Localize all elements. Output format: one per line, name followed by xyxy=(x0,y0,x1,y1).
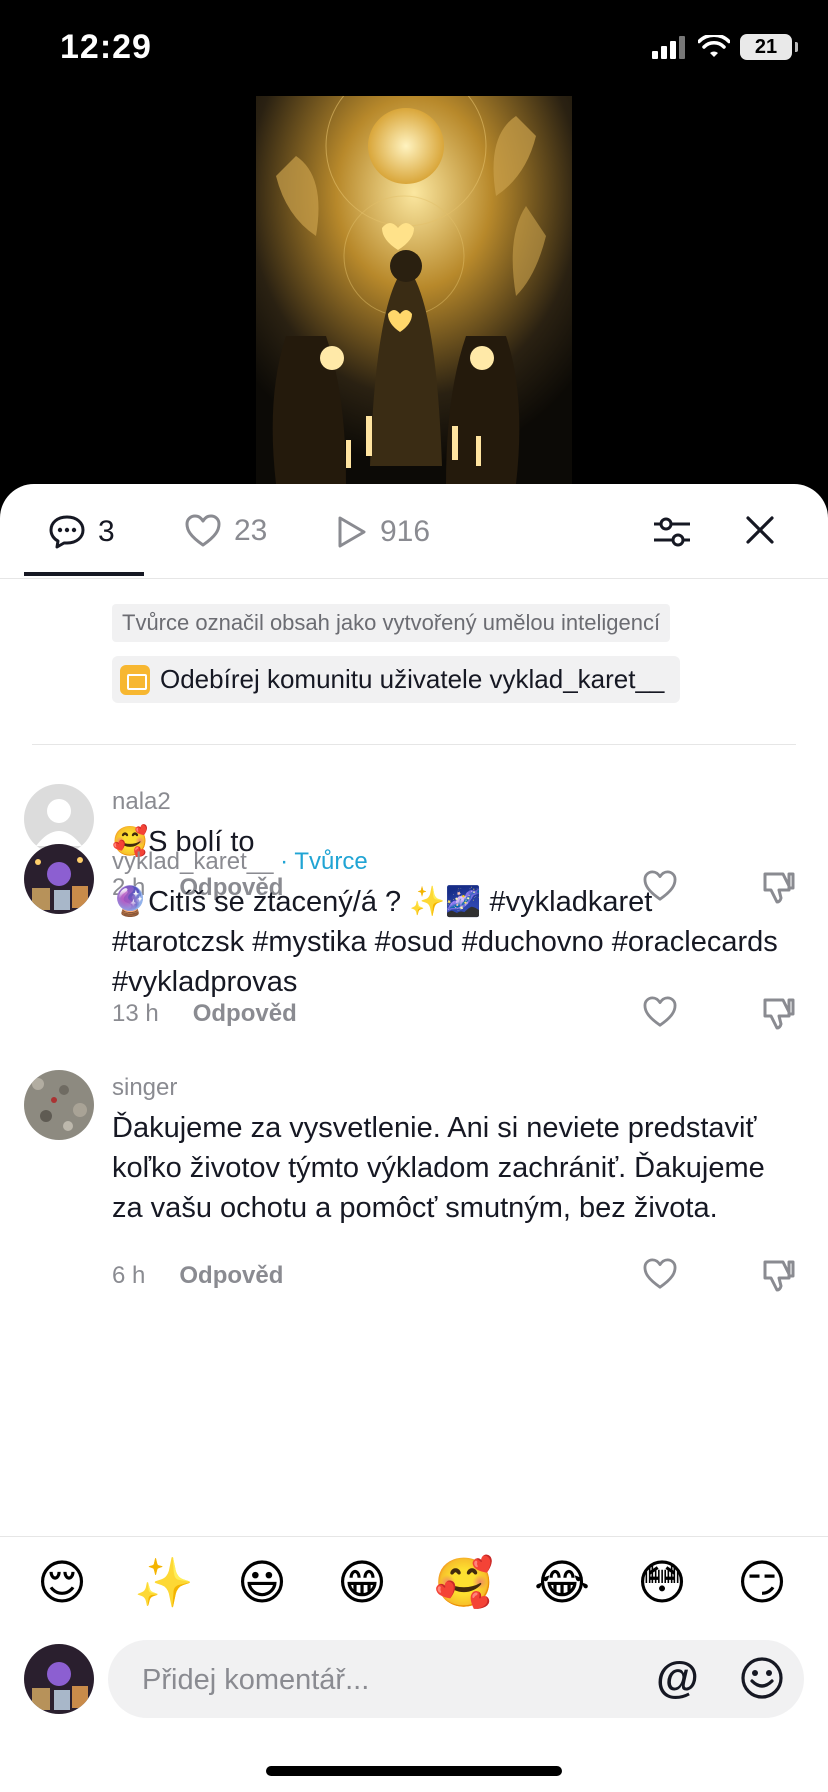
tabs-divider xyxy=(0,578,828,579)
comment-username[interactable]: singer xyxy=(112,1074,177,1102)
comment-time: 6 h xyxy=(112,1262,146,1289)
community-subscribe-link[interactable]: Odebírej komunitu uživatele vyklad_karet… xyxy=(112,656,681,703)
username-text: vyklad_karet__ xyxy=(112,848,274,875)
smiley-icon xyxy=(741,1657,783,1699)
ai-generated-label: Tvůrce označil obsah jako vytvořený uměl… xyxy=(112,604,671,642)
comment-time: 13 h xyxy=(112,1000,159,1027)
thumbs-down-icon xyxy=(763,998,795,1030)
heart-icon xyxy=(185,514,221,547)
input-divider xyxy=(0,1536,828,1537)
close-button[interactable] xyxy=(744,514,776,551)
community-label: Odebírej komunitu uživatele vyklad_karet… xyxy=(160,664,665,694)
views-count: 916 xyxy=(380,515,431,548)
like-button[interactable] xyxy=(642,1258,678,1295)
community-icon xyxy=(120,664,150,695)
comment-input-box[interactable]: @ xyxy=(108,1640,804,1718)
status-time: 12:29 xyxy=(60,28,152,66)
comment-username[interactable]: nala2 xyxy=(112,788,171,816)
comment-text: Ďakujeme za vysvetlenie. Ani si neviete … xyxy=(112,1108,788,1228)
emoji-button[interactable]: 😳 xyxy=(634,1556,690,1612)
dislike-button[interactable] xyxy=(762,1258,796,1297)
username-text: nala2 xyxy=(112,788,171,815)
close-icon xyxy=(746,516,774,544)
comment-body: Citíš se ztacený/á ? ✨🌌 #vykladkaret #ta… xyxy=(112,886,778,998)
status-bar: 12:29 21 xyxy=(0,0,828,100)
emoji-button[interactable]: 🥰 xyxy=(434,1556,494,1612)
comment-meta: 13 h Odpověd xyxy=(112,1000,297,1028)
comment-input[interactable] xyxy=(140,1654,624,1706)
tab-comments[interactable]: 3 xyxy=(48,514,115,550)
avatar[interactable] xyxy=(24,1070,94,1140)
gravel-avatar-image xyxy=(24,1070,94,1140)
video-thumbnail[interactable] xyxy=(256,96,572,484)
battery-icon: 21 xyxy=(740,34,798,60)
home-indicator xyxy=(266,1766,562,1776)
battery-level: 21 xyxy=(754,35,778,58)
comments-tab-bar: 3 23 916 xyxy=(0,484,828,578)
comment-emoji: 🔮 xyxy=(112,886,149,918)
comment-icon xyxy=(49,515,85,549)
signal-icon xyxy=(652,36,685,59)
emoji-button[interactable]: 😁 xyxy=(334,1556,390,1612)
active-tab-indicator xyxy=(24,572,144,576)
caption-divider xyxy=(32,744,796,745)
heart-icon xyxy=(643,996,677,1027)
comment-meta: 6 h Odpověd xyxy=(112,1262,283,1290)
comment-username[interactable]: vyklad_karet__ · Tvůrce xyxy=(112,848,368,876)
reply-button[interactable]: Odpověd xyxy=(179,1262,283,1290)
creator-badge: · Tvůrce xyxy=(273,848,368,875)
comments-count: 3 xyxy=(98,515,115,548)
reply-button[interactable]: Odpověd xyxy=(193,1000,297,1028)
filter-button[interactable] xyxy=(652,514,692,555)
emoji-button[interactable]: 😌 xyxy=(34,1556,90,1612)
thumbs-down-icon xyxy=(763,1260,795,1292)
quick-emoji-bar: 😌 ✨ 😃 😁 🥰 😂 😳 😏 xyxy=(0,1556,828,1626)
dislike-button[interactable] xyxy=(762,996,796,1035)
play-icon xyxy=(338,516,366,548)
emoji-button[interactable]: 😂 xyxy=(534,1556,590,1612)
tab-views[interactable]: 916 xyxy=(334,514,430,550)
emoji-button[interactable]: 😃 xyxy=(234,1556,290,1612)
emoji-button[interactable]: 😏 xyxy=(734,1556,790,1612)
likes-count: 23 xyxy=(234,514,268,547)
heart-icon xyxy=(643,1258,677,1289)
emoji-button[interactable]: ✨ xyxy=(134,1556,194,1612)
username-text: singer xyxy=(112,1074,178,1101)
emoji-picker-button[interactable] xyxy=(740,1656,784,1705)
status-icons: 21 xyxy=(652,34,798,60)
comment-body: Ďakujeme za vysvetlenie. Ani si neviete … xyxy=(112,1112,765,1224)
tab-likes[interactable]: 23 xyxy=(184,514,267,548)
tarot-artwork-image xyxy=(256,96,572,484)
mention-button[interactable]: @ xyxy=(656,1656,699,1700)
wifi-icon xyxy=(698,35,730,57)
creator-avatar-image xyxy=(24,844,94,914)
comment-text: 🔮Citíš se ztacený/á ? ✨🌌 #vykladkaret #t… xyxy=(112,882,788,1002)
comment-composer: @ xyxy=(0,1638,828,1722)
avatar[interactable] xyxy=(24,844,94,914)
sliders-icon xyxy=(654,517,690,547)
my-avatar[interactable] xyxy=(24,1644,94,1714)
like-button[interactable] xyxy=(642,996,678,1033)
creator-avatar-image xyxy=(24,1644,94,1714)
